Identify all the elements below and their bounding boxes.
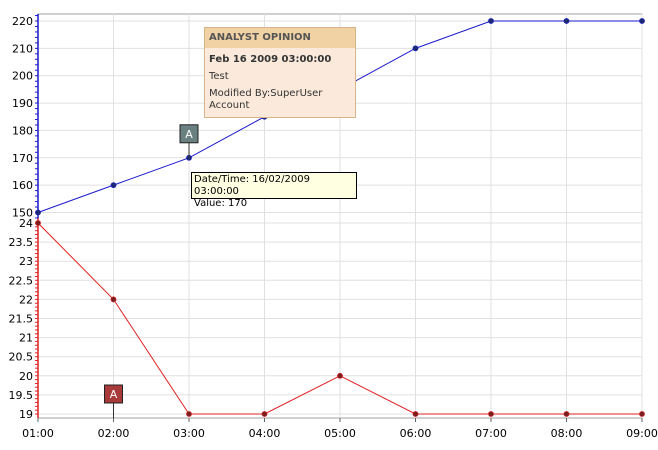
bottom-series-point (261, 411, 268, 417)
x-tick-label: 09:00 (626, 427, 658, 440)
bottom-series-point (412, 411, 419, 417)
bottom-y-tick-label: 19.5 (9, 389, 34, 402)
top-y-tick-label: 200 (12, 70, 33, 83)
bottom-y-tick-label: 20.5 (9, 351, 34, 364)
bottom-y-tick-label: 21.5 (9, 313, 34, 326)
top-series-point (412, 45, 419, 52)
bottom-y-tick-label: 23 (19, 255, 33, 268)
top-y-tick-label: 160 (12, 179, 33, 192)
bottom-series-point (186, 411, 192, 417)
popup-text: Test (209, 71, 229, 82)
popup-modified-by: Modified By:SuperUser Account (209, 88, 323, 111)
bottom-y-tick-label: 19 (19, 408, 33, 421)
top-y-tick-label: 170 (12, 152, 33, 165)
top-y-tick-label: 220 (12, 15, 33, 28)
top-series-point (110, 182, 117, 189)
top-series-point (563, 18, 570, 24)
bottom-y-tick-label: 20 (19, 370, 33, 383)
tooltip-datetime: Date/Time: 16/02/2009 03:00:00 (194, 174, 310, 197)
top-series-point (35, 209, 41, 216)
bottom-y-tick-label: 23.5 (9, 236, 34, 249)
top-y-tick-label: 210 (12, 42, 33, 55)
x-tick-label: 05:00 (324, 427, 356, 440)
bottom-y-tick-label: 24 (19, 217, 33, 230)
annotation-flag-bottom-label: A (110, 388, 118, 401)
top-series-point (639, 18, 645, 24)
x-tick-label: 01:00 (22, 427, 54, 440)
bottom-series-point (488, 411, 494, 417)
annotation-flag-top-label: A (185, 128, 193, 141)
bottom-y-tick-label: 21 (19, 332, 33, 345)
top-y-tick-label: 190 (12, 97, 33, 110)
bottom-series-point (35, 220, 41, 226)
popup-date: Feb 16 2009 03:00:00 (209, 54, 332, 65)
popup-title: ANALYST OPINION (205, 28, 355, 48)
top-series-point (488, 18, 494, 24)
x-tick-label: 04:00 (249, 427, 281, 440)
tooltip-value: Value: 170 (194, 198, 248, 209)
x-tick-label: 08:00 (551, 427, 583, 440)
x-tick-label: 07:00 (475, 427, 507, 440)
top-y-tick-label: 180 (12, 124, 33, 137)
x-tick-label: 06:00 (400, 427, 432, 440)
bottom-series-point (110, 296, 117, 303)
x-tick-label: 03:00 (173, 427, 205, 440)
bottom-series-point (337, 372, 343, 379)
x-tick-label: 02:00 (98, 427, 130, 440)
data-point-tooltip: Date/Time: 16/02/2009 03:00:00 Value: 17… (191, 172, 357, 209)
bottom-y-tick-label: 22.5 (9, 274, 34, 287)
analyst-opinion-popup[interactable]: ANALYST OPINION Feb 16 2009 03:00:00 Tes… (204, 27, 356, 118)
bottom-series-point (563, 411, 570, 417)
bottom-y-tick-label: 22 (19, 293, 33, 306)
bottom-series-point (639, 411, 645, 417)
